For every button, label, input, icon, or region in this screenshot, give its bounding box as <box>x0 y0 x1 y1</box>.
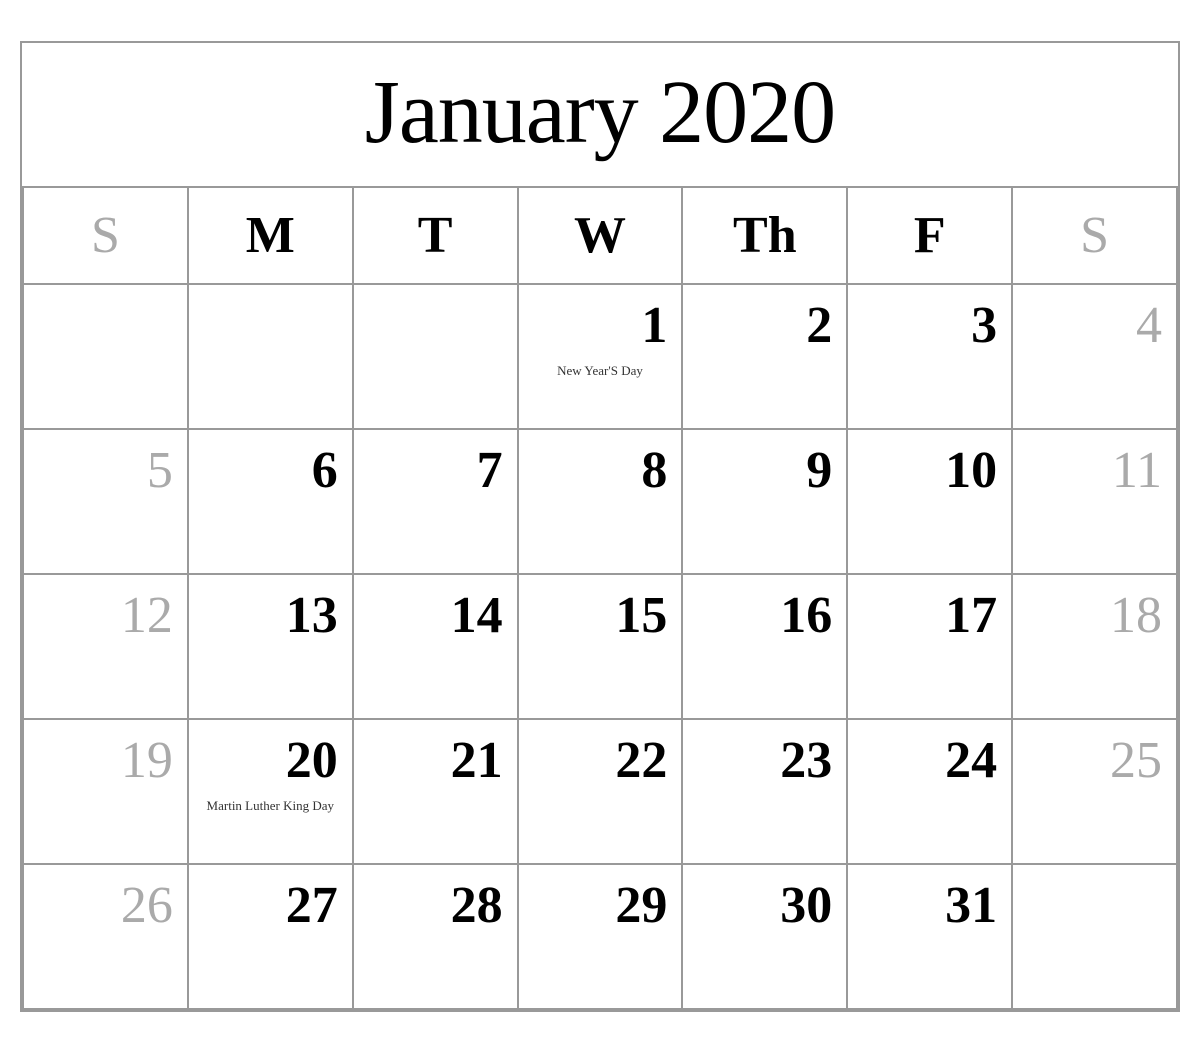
day-cell: 7 <box>354 430 519 575</box>
day-header-t: T <box>354 188 519 285</box>
holiday-label: Martin Luther King Day <box>203 797 338 815</box>
day-number: 24 <box>862 732 997 789</box>
day-number: 14 <box>368 587 503 644</box>
day-number: 30 <box>697 877 832 934</box>
day-number: 29 <box>533 877 668 934</box>
day-cell: 26 <box>24 865 189 1010</box>
day-number: 28 <box>368 877 503 934</box>
day-number: 22 <box>533 732 668 789</box>
day-number: 26 <box>38 877 173 934</box>
holiday-label: New Year'S Day <box>533 362 668 380</box>
day-cell: 2 <box>683 285 848 430</box>
day-cell: 12 <box>24 575 189 720</box>
day-header-f: F <box>848 188 1013 285</box>
day-cell: 20 Martin Luther King Day <box>189 720 354 865</box>
calendar: January 2020 SMTWThFS1New Year'S Day2345… <box>20 41 1180 1012</box>
day-cell <box>1013 865 1178 1010</box>
day-number: 21 <box>368 732 503 789</box>
day-header-s: S <box>24 188 189 285</box>
day-cell: 4 <box>1013 285 1178 430</box>
day-cell: 29 <box>519 865 684 1010</box>
day-cell: 28 <box>354 865 519 1010</box>
day-number: 18 <box>1027 587 1162 644</box>
calendar-title: January 2020 <box>22 43 1178 188</box>
day-cell: 31 <box>848 865 1013 1010</box>
day-number: 16 <box>697 587 832 644</box>
day-cell: 25 <box>1013 720 1178 865</box>
day-cell: 24 <box>848 720 1013 865</box>
day-cell: 14 <box>354 575 519 720</box>
day-cell: 6 <box>189 430 354 575</box>
day-cell: 9 <box>683 430 848 575</box>
day-number: 27 <box>203 877 338 934</box>
day-cell: 16 <box>683 575 848 720</box>
day-number: 7 <box>368 442 503 499</box>
day-cell: 10 <box>848 430 1013 575</box>
day-number: 5 <box>38 442 173 499</box>
day-number: 25 <box>1027 732 1162 789</box>
day-number: 17 <box>862 587 997 644</box>
day-cell: 15 <box>519 575 684 720</box>
day-header-m: M <box>189 188 354 285</box>
day-cell <box>189 285 354 430</box>
day-cell: 8 <box>519 430 684 575</box>
day-number: 8 <box>533 442 668 499</box>
day-number: 15 <box>533 587 668 644</box>
calendar-grid: SMTWThFS1New Year'S Day23456789101112131… <box>22 188 1178 1010</box>
day-cell: 22 <box>519 720 684 865</box>
day-number: 11 <box>1027 442 1162 499</box>
day-cell: 11 <box>1013 430 1178 575</box>
day-number: 13 <box>203 587 338 644</box>
day-cell: 3 <box>848 285 1013 430</box>
day-number: 20 <box>203 732 338 789</box>
day-number: 10 <box>862 442 997 499</box>
day-number: 4 <box>1027 297 1162 354</box>
day-number: 6 <box>203 442 338 499</box>
day-number: 12 <box>38 587 173 644</box>
day-number: 9 <box>697 442 832 499</box>
day-cell: 1 New Year'S Day <box>519 285 684 430</box>
day-cell: 13 <box>189 575 354 720</box>
day-cell: 5 <box>24 430 189 575</box>
day-cell <box>354 285 519 430</box>
day-number: 31 <box>862 877 997 934</box>
day-cell: 19 <box>24 720 189 865</box>
day-number: 1 <box>533 297 668 354</box>
day-cell <box>24 285 189 430</box>
day-cell: 21 <box>354 720 519 865</box>
day-number: 3 <box>862 297 997 354</box>
day-cell: 23 <box>683 720 848 865</box>
day-cell: 27 <box>189 865 354 1010</box>
day-header-th: Th <box>683 188 848 285</box>
day-cell: 18 <box>1013 575 1178 720</box>
day-cell: 30 <box>683 865 848 1010</box>
day-number: 19 <box>38 732 173 789</box>
day-number: 23 <box>697 732 832 789</box>
day-header-s: S <box>1013 188 1178 285</box>
day-cell: 17 <box>848 575 1013 720</box>
day-number: 2 <box>697 297 832 354</box>
day-header-w: W <box>519 188 684 285</box>
